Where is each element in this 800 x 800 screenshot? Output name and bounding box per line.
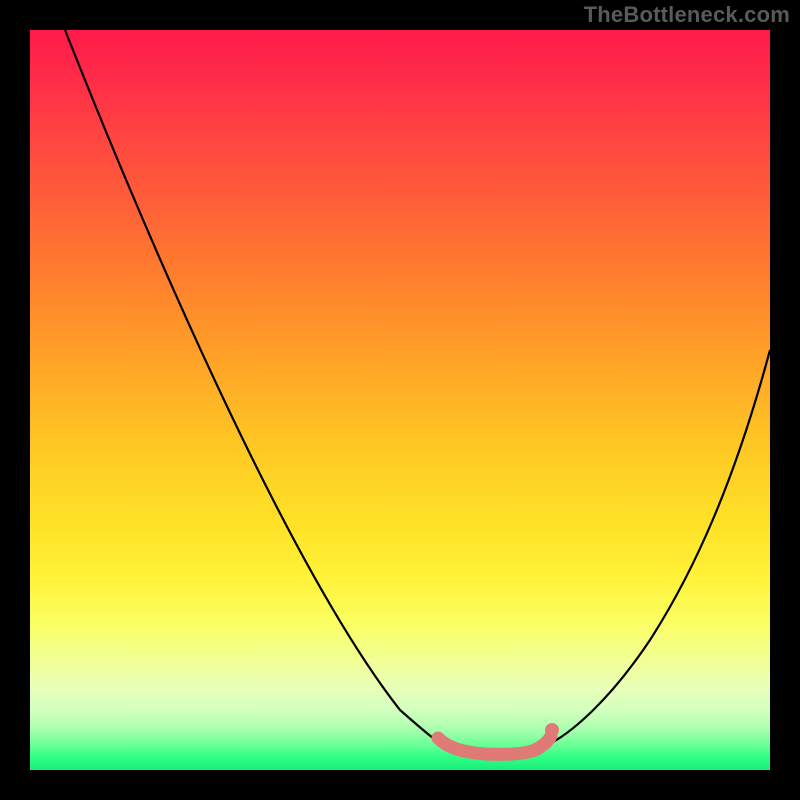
valley-overlay-line (438, 736, 551, 754)
right-curve (545, 350, 770, 746)
curve-layer (30, 30, 770, 770)
valley-endpoint-dot (545, 723, 559, 737)
chart-frame: TheBottleneck.com (0, 0, 800, 800)
plot-area (30, 30, 770, 770)
left-curve (65, 30, 445, 746)
watermark-text: TheBottleneck.com (584, 2, 790, 28)
